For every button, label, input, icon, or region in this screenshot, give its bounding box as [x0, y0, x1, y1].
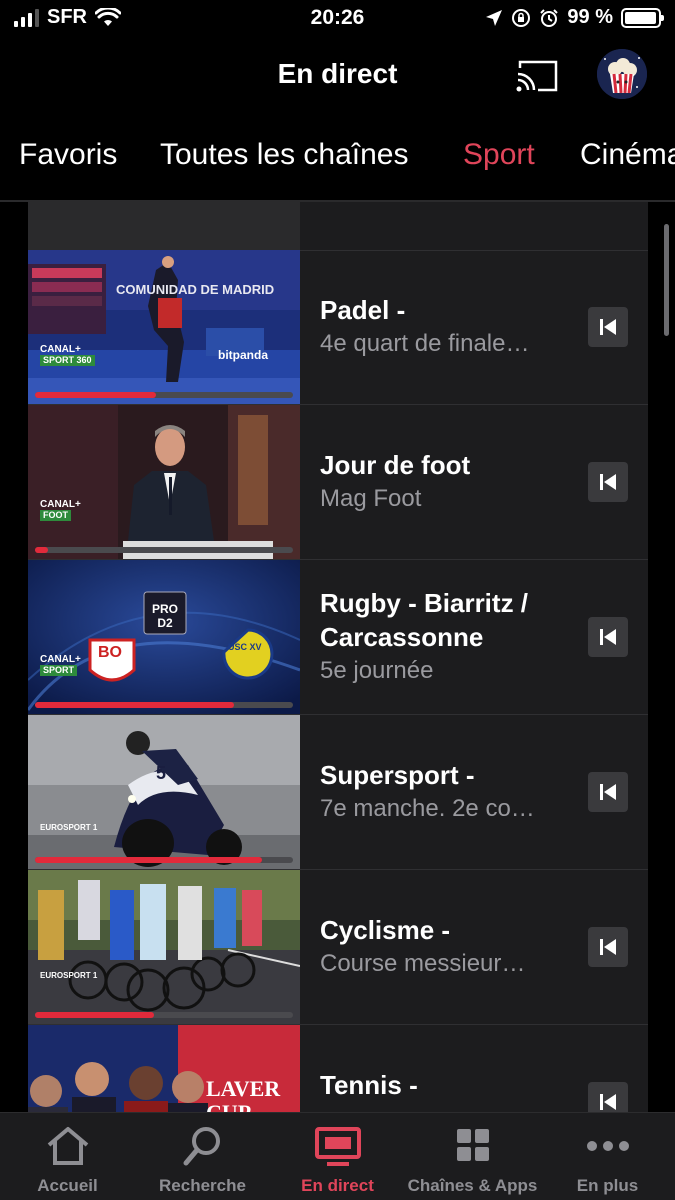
- svg-text:5: 5: [156, 763, 166, 783]
- thumbnail: PRO D2 BO USC XV CANAL+ SPORT: [28, 560, 300, 714]
- nav-item-recherche[interactable]: Recherche: [135, 1113, 270, 1200]
- location-icon: [486, 9, 503, 26]
- program-subtitle: Course messieur…: [320, 950, 526, 977]
- channel-logo: CANAL+ SPORT 360: [40, 344, 95, 366]
- search-icon: [183, 1127, 220, 1166]
- program-title: Jour de foot: [320, 450, 471, 480]
- program-subtitle: 7e manche. 2e co…: [320, 795, 535, 822]
- alarm-icon: [540, 8, 559, 27]
- restart-icon: [600, 474, 616, 490]
- team-logo-text: BO: [98, 644, 122, 661]
- program-info: Padel - 4e quart de finale…: [320, 250, 570, 404]
- page-title: En direct: [277, 58, 398, 89]
- more-icon: [587, 1141, 629, 1151]
- channel-logo: CANAL+ FOOT: [40, 499, 81, 521]
- channel-logo: CANAL+ SPORT: [40, 654, 81, 676]
- list-item-partial[interactable]: [28, 202, 648, 251]
- nav-item-en-plus[interactable]: En plus: [540, 1113, 675, 1200]
- program-info: Tennis -: [320, 1025, 570, 1112]
- category-tabs: Favoris Toutes les chaînes Sport Cinéma: [0, 132, 675, 184]
- progress-bar: [35, 702, 293, 708]
- restart-button[interactable]: [588, 772, 628, 812]
- program-info: Cyclisme - Course messieur…: [320, 870, 570, 1024]
- restart-button[interactable]: [588, 617, 628, 657]
- thumbnail: 5 EUROSPORT 1: [28, 715, 300, 869]
- orientation-lock-icon: [512, 8, 531, 27]
- tab-toutes-les-chaines[interactable]: Toutes les chaînes: [160, 138, 408, 172]
- thumbnail-event-text: LAVER CUP: [206, 1076, 281, 1113]
- thumbnail: CANAL+ FOOT: [28, 405, 300, 559]
- thumbnail: [28, 202, 300, 250]
- progress-bar: [35, 1012, 293, 1018]
- thumbnail: COMUNIDAD DE MADRID bitpanda CANAL+ SPORT…: [28, 250, 300, 404]
- progress-bar: [35, 392, 293, 398]
- restart-button[interactable]: [588, 307, 628, 347]
- progress-bar: [35, 547, 293, 553]
- league-logo-text: PRO D2: [151, 602, 178, 630]
- restart-button[interactable]: [588, 927, 628, 967]
- restart-icon: [600, 319, 616, 335]
- nav-label: Chaînes & Apps: [407, 1176, 538, 1195]
- program-title: Tennis -: [320, 1070, 418, 1100]
- thumbnail-sponsor-text: bitpanda: [218, 348, 268, 362]
- header: En direct: [0, 38, 675, 114]
- nav-label: En direct: [301, 1176, 374, 1195]
- list-item[interactable]: PRO D2 BO USC XV CANAL+ SPORT Rugby - Bia…: [28, 560, 648, 715]
- home-icon: [47, 1127, 89, 1165]
- list-item[interactable]: COMUNIDAD DE MADRID bitpanda CANAL+ SPORT…: [28, 250, 648, 405]
- program-list[interactable]: COMUNIDAD DE MADRID bitpanda CANAL+ SPORT…: [28, 202, 648, 1112]
- channel-logo: EUROSPORT 1: [40, 971, 98, 980]
- list-item[interactable]: EUROSPORT 1 Cyclisme - Course messieur…: [28, 870, 648, 1025]
- channel-logo: EUROSPORT 1: [40, 823, 98, 832]
- popcorn-icon: [597, 49, 647, 99]
- program-info: Rugby - Biarritz / Carcassonne 5e journé…: [320, 560, 570, 714]
- program-title: Rugby - Biarritz / Carcassonne: [320, 588, 529, 652]
- grid-icon: [457, 1129, 489, 1161]
- nav-item-accueil[interactable]: Accueil: [0, 1113, 135, 1200]
- restart-button[interactable]: [588, 1082, 628, 1112]
- list-item[interactable]: CANAL+ FOOT Jour de foot Mag Foot: [28, 405, 648, 560]
- tab-cinema[interactable]: Cinéma: [580, 138, 675, 172]
- program-title: Supersport -: [320, 760, 475, 790]
- list-item[interactable]: LAVER CUP Tennis -: [28, 1025, 648, 1112]
- program-subtitle: Mag Foot: [320, 485, 422, 512]
- program-title: Padel -: [320, 295, 406, 325]
- thumbnail: LAVER CUP: [28, 1025, 300, 1112]
- nav-label: Recherche: [159, 1176, 246, 1195]
- status-bar: SFR 20:26 99 %: [0, 0, 675, 36]
- restart-icon: [600, 784, 616, 800]
- avatar[interactable]: [597, 49, 647, 99]
- thumbnail: EUROSPORT 1: [28, 870, 300, 1024]
- program-subtitle: 4e quart de finale…: [320, 330, 530, 357]
- program-info: Jour de foot Mag Foot: [320, 405, 570, 559]
- tab-sport[interactable]: Sport: [463, 138, 535, 172]
- progress-bar: [35, 857, 293, 863]
- status-right: 99 %: [485, 6, 664, 29]
- team-logo-text: USC XV: [228, 642, 262, 652]
- thumbnail-banner-text: COMUNIDAD DE MADRID: [116, 282, 275, 297]
- battery-percent: 99 %: [567, 6, 613, 28]
- list-item[interactable]: 5 EUROSPORT 1 Supersport - 7e manche. 2e…: [28, 715, 648, 870]
- nav-item-chaines-apps[interactable]: Chaînes & Apps: [405, 1113, 540, 1200]
- tab-favoris[interactable]: Favoris: [19, 138, 117, 172]
- scrollbar[interactable]: [664, 224, 669, 336]
- battery-icon: [621, 7, 664, 28]
- bottom-nav: Accueil Recherche En direct Chaînes & Ap…: [0, 1112, 675, 1200]
- program-title: Cyclisme -: [320, 915, 451, 945]
- restart-icon: [600, 629, 616, 645]
- nav-label: Accueil: [37, 1176, 98, 1195]
- restart-button[interactable]: [588, 462, 628, 502]
- restart-icon: [600, 939, 616, 955]
- nav-label: En plus: [576, 1176, 639, 1195]
- program-subtitle: 5e journée: [320, 657, 434, 684]
- restart-icon: [600, 1094, 616, 1110]
- cast-icon[interactable]: [514, 58, 560, 94]
- tv-icon: [315, 1127, 361, 1166]
- nav-item-en-direct[interactable]: En direct: [270, 1113, 405, 1200]
- program-info: Supersport - 7e manche. 2e co…: [320, 715, 570, 869]
